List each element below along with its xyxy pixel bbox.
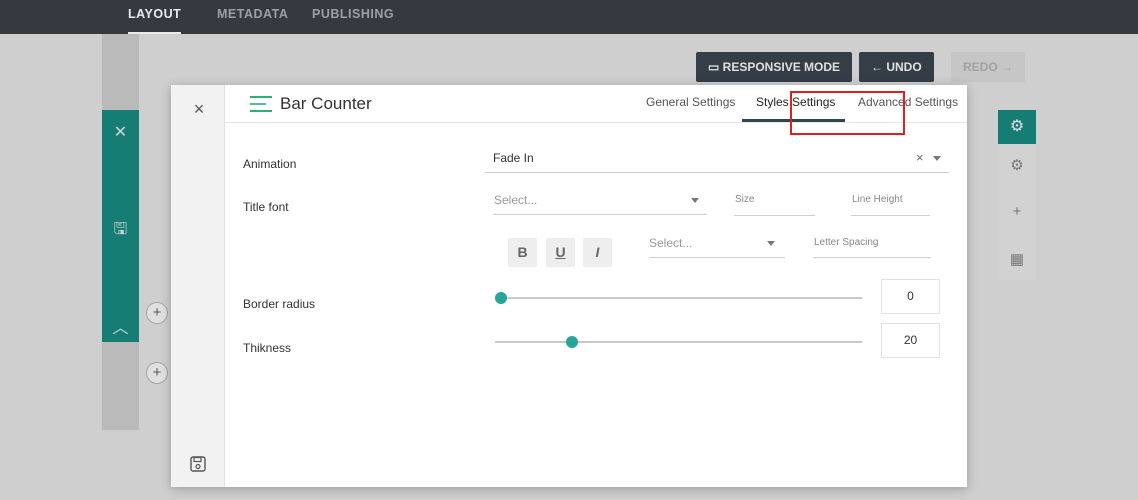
animation-label: Animation [243,157,297,171]
bar-counter-icon [250,96,272,112]
top-navigation-bar: LAYOUT METADATA PUBLISHING [0,0,1138,34]
chevron-down-icon [767,241,775,246]
clear-icon[interactable]: × [916,150,924,165]
border-radius-input[interactable]: 0 [881,279,940,314]
thickness-slider-thumb[interactable] [566,336,578,348]
save-icon[interactable] [189,455,207,473]
tab-publishing[interactable]: PUBLISHING [312,0,394,34]
border-radius-slider-thumb[interactable] [495,292,507,304]
border-radius-label: Border radius [243,297,316,311]
underline-button[interactable]: U [546,238,575,267]
tab-general-settings[interactable]: General Settings [646,95,735,109]
animation-value: Fade In [493,151,534,165]
thickness-slider[interactable] [495,341,862,343]
thickness-label: Thikness [243,341,292,355]
close-icon[interactable]: × [189,99,209,120]
chevron-down-icon [691,198,699,203]
modal-header: Bar Counter General Settings Styles Sett… [225,85,967,135]
modal-title: Bar Counter [280,94,372,113]
border-radius-slider[interactable] [495,297,862,299]
bar-counter-settings-modal: × Bar Counter General Settings Styles Se… [171,85,967,487]
tab-layout[interactable]: LAYOUT [128,0,182,34]
chevron-down-icon[interactable] [933,156,941,161]
highlight-box [790,91,905,135]
bold-button[interactable]: B [508,238,537,267]
modal-sidebar: × [171,85,225,487]
italic-button[interactable]: I [583,238,612,267]
thickness-input[interactable]: 20 [881,323,940,358]
title-font-label: Title font [243,200,289,214]
tab-metadata[interactable]: METADATA [217,0,288,34]
